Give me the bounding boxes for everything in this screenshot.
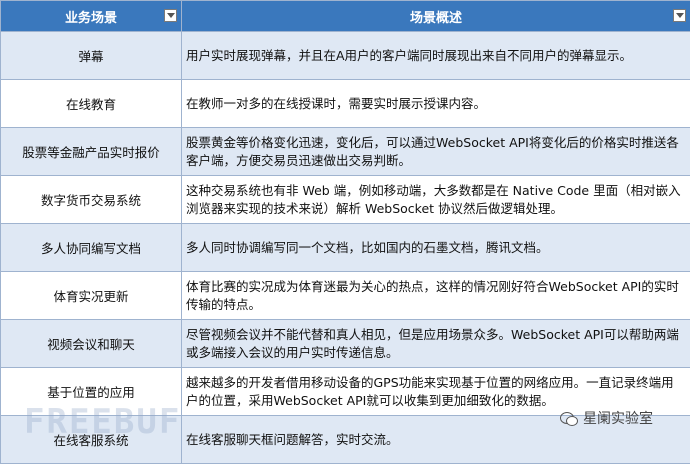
header-scene-overview: 场景概述 bbox=[182, 1, 690, 32]
header-label: 业务场景 bbox=[65, 11, 117, 26]
freebuf-watermark: FREEBUF bbox=[24, 402, 181, 442]
scenario-table: 业务场景 场景概述 弹幕 用户实时展现弹幕，并且在A用户的客户端同时展现出来自不… bbox=[0, 0, 690, 464]
header-label: 场景概述 bbox=[410, 11, 462, 26]
scene-cell: 数字货币交易系统 bbox=[1, 176, 182, 224]
lab-name: 星阑实验室 bbox=[583, 408, 653, 428]
description-cell: 这种交易系统也有非 Web 端，例如移动端，大多数都是在 Native Code… bbox=[182, 176, 690, 224]
table-row: 数字货币交易系统 这种交易系统也有非 Web 端，例如移动端，大多数都是在 Na… bbox=[1, 176, 690, 224]
description-cell: 在教师一对多的在线授课时，需要实时展示授课内容。 bbox=[182, 80, 690, 128]
description-cell: 多人同时协调编写同一个文档，比如国内的石墨文档，腾讯文档。 bbox=[182, 224, 690, 272]
filter-dropdown-icon[interactable] bbox=[673, 9, 686, 22]
table-row: 在线教育 在教师一对多的在线授课时，需要实时展示授课内容。 bbox=[1, 80, 690, 128]
wechat-icon bbox=[560, 410, 578, 426]
description-cell: 用户实时展现弹幕，并且在A用户的客户端同时展现出来自不同用户的弹幕显示。 bbox=[182, 32, 690, 80]
scene-cell: 股票等金融产品实时报价 bbox=[1, 128, 182, 176]
description-cell: 体育比赛的实况成为体育迷最为关心的热点，这样的情况刚好符合WebSocket A… bbox=[182, 272, 690, 320]
filter-dropdown-icon[interactable] bbox=[164, 9, 177, 22]
lab-watermark: 星阑实验室 bbox=[560, 408, 653, 428]
scene-cell: 体育实况更新 bbox=[1, 272, 182, 320]
scene-cell: 多人协同编写文档 bbox=[1, 224, 182, 272]
table-row: 弹幕 用户实时展现弹幕，并且在A用户的客户端同时展现出来自不同用户的弹幕显示。 bbox=[1, 32, 690, 80]
table-row: 体育实况更新 体育比赛的实况成为体育迷最为关心的热点，这样的情况刚好符合WebS… bbox=[1, 272, 690, 320]
scene-cell: 在线教育 bbox=[1, 80, 182, 128]
header-business-scene: 业务场景 bbox=[1, 1, 182, 32]
description-cell: 股票黄金等价格变化迅速，变化后，可以通过WebSocket API将变化后的价格… bbox=[182, 128, 690, 176]
table-row: 多人协同编写文档 多人同时协调编写同一个文档，比如国内的石墨文档，腾讯文档。 bbox=[1, 224, 690, 272]
table-row: 股票等金融产品实时报价 股票黄金等价格变化迅速，变化后，可以通过WebSocke… bbox=[1, 128, 690, 176]
table-row: 视频会议和聊天 尽管视频会议并不能代替和真人相见，但是应用场景众多。WebSoc… bbox=[1, 320, 690, 368]
scene-cell: 弹幕 bbox=[1, 32, 182, 80]
scene-cell: 视频会议和聊天 bbox=[1, 320, 182, 368]
description-cell: 尽管视频会议并不能代替和真人相见，但是应用场景众多。WebSocket API可… bbox=[182, 320, 690, 368]
